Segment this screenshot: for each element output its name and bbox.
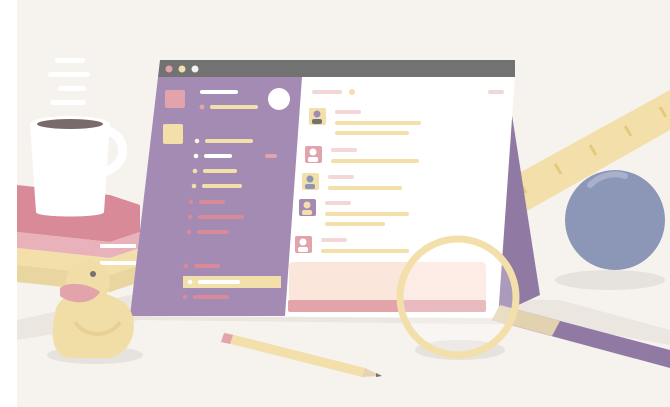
avatar (268, 88, 290, 110)
close-dot-icon (165, 65, 173, 73)
illustration-scene (0, 0, 670, 407)
minimize-dot-icon (178, 65, 186, 73)
maximize-dot-icon (191, 65, 199, 73)
workspace-icon (165, 90, 185, 108)
workspace-icon-2 (163, 124, 183, 144)
window-title-bar (158, 60, 515, 77)
illustration-canvas (0, 0, 670, 407)
